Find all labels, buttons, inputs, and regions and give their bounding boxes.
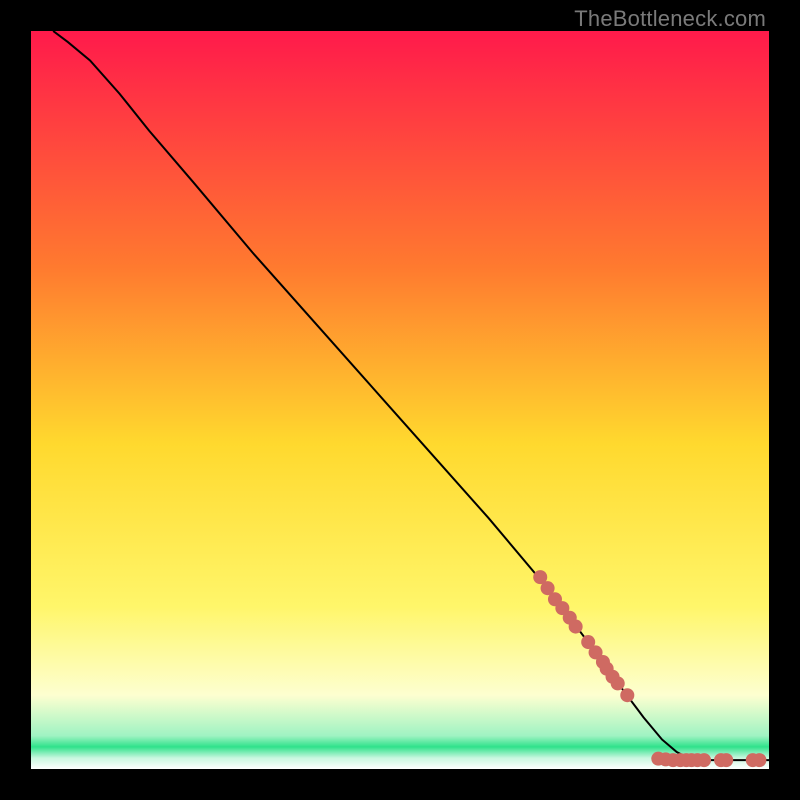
gradient-background <box>31 31 769 769</box>
data-marker <box>697 753 711 767</box>
data-marker <box>719 753 733 767</box>
data-marker <box>611 676 625 690</box>
data-marker <box>620 688 634 702</box>
data-marker <box>569 620 583 634</box>
plot-area <box>31 31 769 769</box>
chart-stage: TheBottleneck.com <box>0 0 800 800</box>
data-marker <box>752 753 766 767</box>
plot-svg <box>31 31 769 769</box>
attribution-label: TheBottleneck.com <box>574 6 766 32</box>
